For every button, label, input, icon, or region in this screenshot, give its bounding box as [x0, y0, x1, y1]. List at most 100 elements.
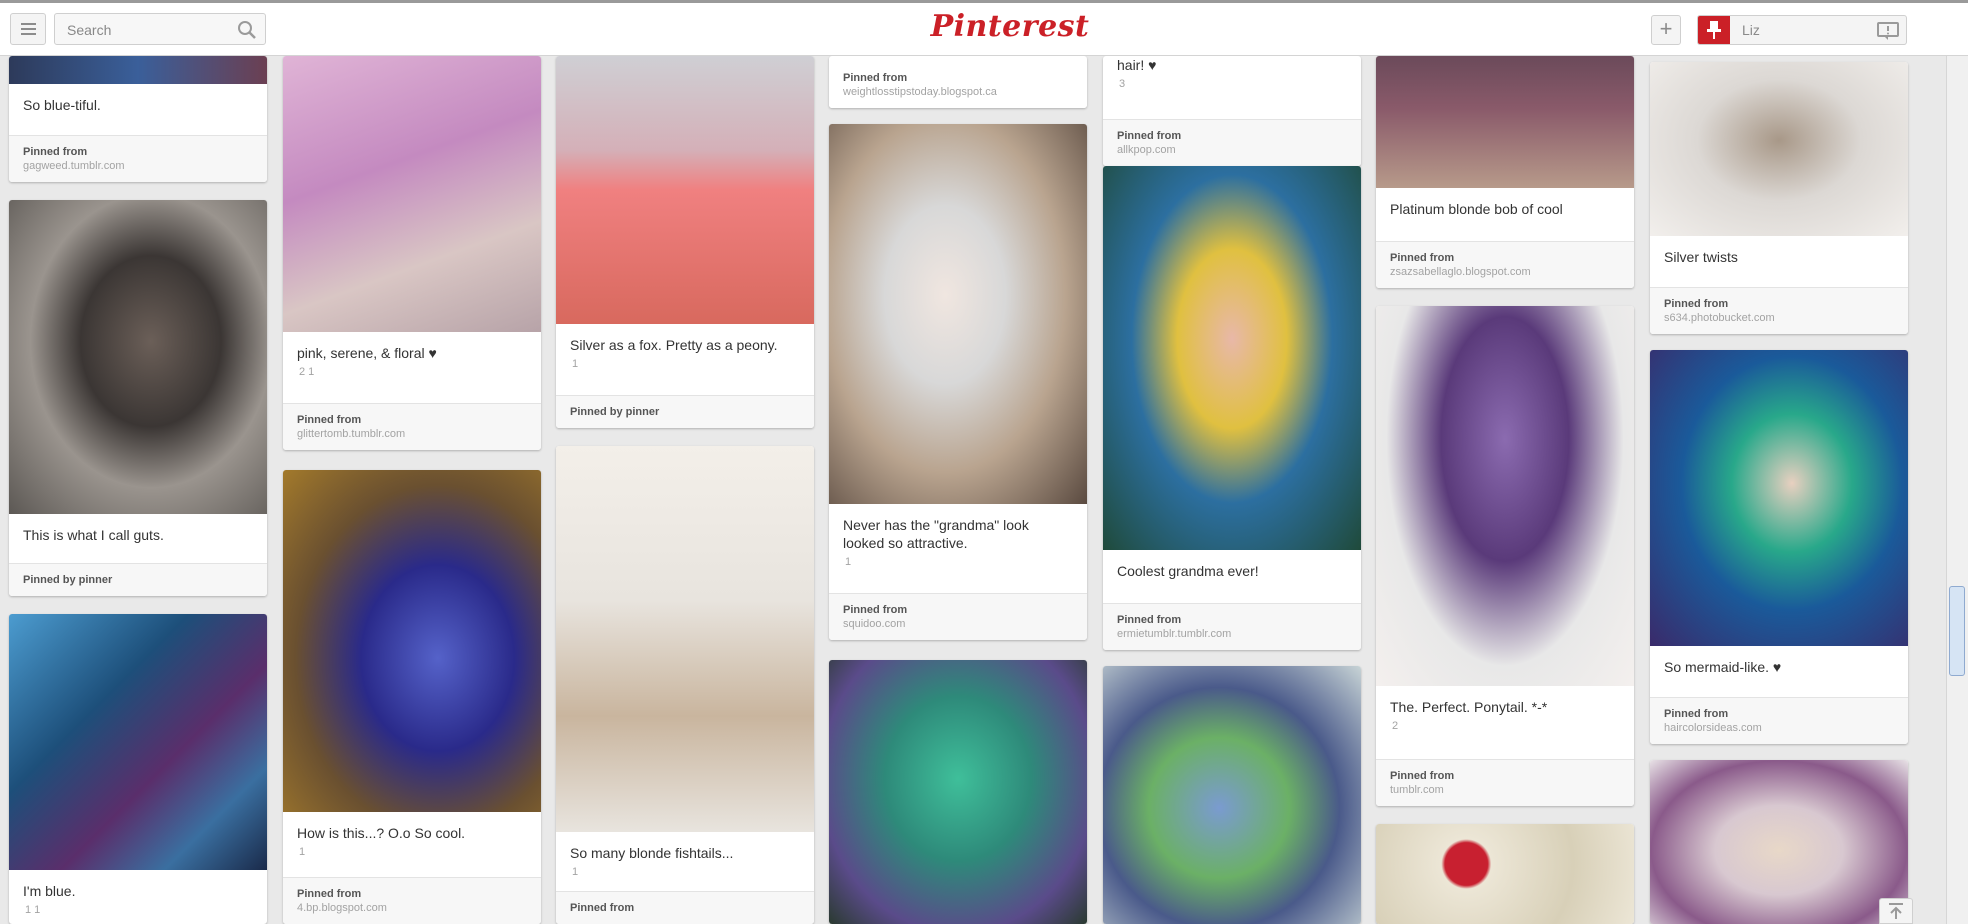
- pin-attribution-label: Pinned from: [297, 888, 362, 900]
- pin-description: This is what I call guts.: [23, 527, 164, 543]
- add-pin-button[interactable]: +: [1651, 15, 1681, 45]
- pin-image[interactable]: [1650, 62, 1908, 236]
- pin-image[interactable]: [1103, 166, 1361, 550]
- pin-stats: 1 1: [25, 904, 41, 916]
- pin-description: The. Perfect. Ponytail. *-*: [1390, 699, 1548, 715]
- pin-attribution-label: Pinned from: [843, 604, 908, 616]
- notifications-icon[interactable]: [1876, 21, 1900, 41]
- pin-attribution-label: Pinned by pinner: [23, 574, 113, 586]
- pin-attribution[interactable]: Pinned from: [556, 891, 814, 924]
- pin-card[interactable]: Silver twists Pinned from s634.photobuck…: [1650, 62, 1908, 334]
- pin-source[interactable]: 4.bp.blogspot.com: [297, 902, 527, 914]
- pin-stats: 1: [845, 556, 852, 568]
- pin-card[interactable]: pink, serene, & floral ♥ 2 1 Pinned from…: [283, 56, 541, 450]
- pin-description: Coolest grandma ever!: [1117, 563, 1259, 579]
- pin-attribution[interactable]: Pinned by pinner: [9, 563, 267, 596]
- pin-source[interactable]: gagweed.tumblr.com: [23, 160, 253, 172]
- pin-attribution[interactable]: Pinned from haircolorsideas.com: [1650, 697, 1908, 744]
- pin-source[interactable]: weightlosstipstoday.blogspot.ca: [843, 86, 1073, 98]
- pin-description: Never has the "grandma" look looked so a…: [843, 517, 1029, 551]
- pin-attribution[interactable]: Pinned from ermietumblr.tumblr.com: [1103, 603, 1361, 650]
- pin-stats: 3: [1119, 78, 1126, 90]
- pin-card[interactable]: hair! ♥ 3 Pinned from allkpop.com: [1103, 56, 1361, 166]
- pin-attribution-label: Pinned from: [1117, 614, 1182, 626]
- pin-image[interactable]: [556, 56, 814, 324]
- pin-source[interactable]: haircolorsideas.com: [1664, 722, 1894, 734]
- pin-image[interactable]: [1650, 760, 1908, 924]
- pin-card[interactable]: So mermaid-like. ♥ Pinned from haircolor…: [1650, 350, 1908, 744]
- pin-stats: 2 1: [299, 366, 315, 378]
- menu-icon: [21, 33, 36, 35]
- pin-attribution[interactable]: Pinned from zsazsabellaglo.blogspot.com: [1376, 241, 1634, 288]
- pin-source[interactable]: s634.photobucket.com: [1664, 312, 1894, 324]
- pin-image[interactable]: [829, 660, 1087, 924]
- pin-image[interactable]: [283, 470, 541, 812]
- pin-attribution[interactable]: Pinned from gagweed.tumblr.com: [9, 135, 267, 182]
- pin-attribution-label: Pinned from: [1390, 770, 1455, 782]
- pin-card[interactable]: Coolest grandma ever! Pinned from ermiet…: [1103, 166, 1361, 650]
- pin-image[interactable]: [829, 124, 1087, 504]
- pin-attribution[interactable]: Pinned by pinner: [556, 395, 814, 428]
- pin-attribution[interactable]: Pinned from tumblr.com: [1376, 759, 1634, 806]
- pin-image[interactable]: [9, 614, 267, 870]
- pin-description: So blue-tiful.: [23, 97, 101, 113]
- pin-image[interactable]: [1103, 666, 1361, 924]
- pinterest-logo[interactable]: Pinterest: [880, 9, 1140, 44]
- pin-attribution[interactable]: Pinned from squidoo.com: [829, 593, 1087, 640]
- pin-description: Silver as a fox. Pretty as a peony.: [570, 337, 778, 353]
- pin-image[interactable]: [283, 56, 541, 332]
- pin-attribution-label: Pinned from: [1664, 708, 1729, 720]
- pin-attribution-label: Pinned from: [1664, 298, 1729, 310]
- pin-card[interactable]: So blue-tiful. Pinned from gagweed.tumbl…: [9, 56, 267, 182]
- pin-source[interactable]: ermietumblr.tumblr.com: [1117, 628, 1347, 640]
- pin-source[interactable]: tumblr.com: [1390, 784, 1620, 796]
- pin-source[interactable]: squidoo.com: [843, 618, 1073, 630]
- pin-attribution[interactable]: Pinned from glittertomb.tumblr.com: [283, 403, 541, 450]
- pin-attribution[interactable]: Pinned from s634.photobucket.com: [1650, 287, 1908, 334]
- pin-description: Silver twists: [1664, 249, 1738, 265]
- search-box[interactable]: [54, 13, 266, 45]
- pin-card[interactable]: So many blonde fishtails... 1 Pinned fro…: [556, 446, 814, 924]
- pin-card[interactable]: [1103, 666, 1361, 924]
- pin-attribution[interactable]: Pinned from allkpop.com: [1103, 119, 1361, 166]
- pin-card[interactable]: I'm blue. 1 1: [9, 614, 267, 924]
- top-navigation-bar: Pinterest + Liz: [0, 0, 1968, 56]
- arrow-up-icon: [1889, 903, 1903, 919]
- pin-card[interactable]: Pinned from weightlosstipstoday.blogspot…: [829, 56, 1087, 108]
- pin-description: Platinum blonde bob of cool: [1390, 201, 1563, 217]
- pin-icon: [1698, 16, 1730, 44]
- pin-image[interactable]: [1650, 350, 1908, 646]
- menu-button[interactable]: [10, 13, 46, 45]
- pin-image[interactable]: [1376, 56, 1634, 188]
- pin-attribution-label: Pinned by pinner: [570, 406, 660, 418]
- pin-source[interactable]: zsazsabellaglo.blogspot.com: [1390, 266, 1620, 278]
- vertical-scrollbar[interactable]: [1946, 56, 1968, 924]
- pin-attribution-label: Pinned from: [297, 414, 362, 426]
- pin-attribution[interactable]: Pinned from weightlosstipstoday.blogspot…: [829, 62, 1087, 108]
- pin-card[interactable]: Platinum blonde bob of cool Pinned from …: [1376, 56, 1634, 288]
- pin-card[interactable]: How is this...? O.o So cool. 1 Pinned fr…: [283, 470, 541, 924]
- pin-stats: 1: [572, 866, 579, 878]
- search-icon[interactable]: [237, 20, 257, 40]
- pin-image[interactable]: [9, 56, 267, 84]
- pin-source[interactable]: allkpop.com: [1117, 144, 1347, 156]
- pin-description: I'm blue.: [23, 883, 76, 899]
- pin-source[interactable]: glittertomb.tumblr.com: [297, 428, 527, 440]
- search-input[interactable]: [65, 20, 229, 40]
- pin-stats: 2: [1392, 720, 1399, 732]
- pin-image[interactable]: [556, 446, 814, 832]
- pin-card[interactable]: [829, 660, 1087, 924]
- pin-image[interactable]: [1376, 306, 1634, 686]
- user-menu-button[interactable]: Liz: [1697, 15, 1907, 45]
- pin-card[interactable]: Never has the "grandma" look looked so a…: [829, 124, 1087, 640]
- pin-card[interactable]: Silver as a fox. Pretty as a peony. 1 Pi…: [556, 56, 814, 428]
- pin-image[interactable]: [1376, 824, 1634, 924]
- pin-card[interactable]: [1650, 760, 1908, 924]
- pin-image[interactable]: [9, 200, 267, 514]
- pin-card[interactable]: [1376, 824, 1634, 924]
- scrollbar-thumb[interactable]: [1949, 586, 1965, 676]
- pin-card[interactable]: The. Perfect. Ponytail. *-* 2 Pinned fro…: [1376, 306, 1634, 806]
- pin-attribution[interactable]: Pinned from 4.bp.blogspot.com: [283, 877, 541, 924]
- scroll-to-top-button[interactable]: [1879, 898, 1913, 924]
- pin-card[interactable]: This is what I call guts. Pinned by pinn…: [9, 200, 267, 596]
